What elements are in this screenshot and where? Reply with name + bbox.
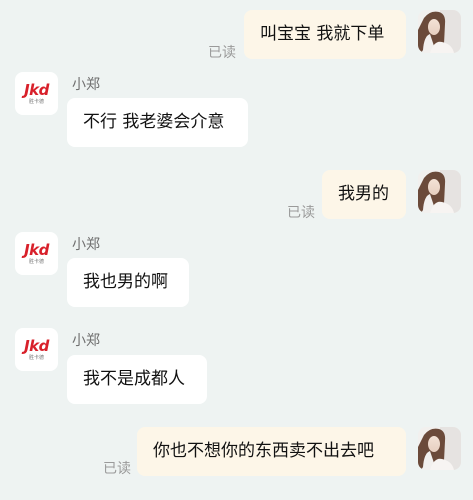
contact-avatar[interactable]: Jkd 胜卡德 bbox=[15, 328, 58, 371]
message-bubble[interactable]: 不行 我老婆会介意 bbox=[67, 98, 248, 147]
message-bubble[interactable]: 我也男的啊 bbox=[67, 258, 189, 307]
message-text: 我也男的啊 bbox=[83, 272, 168, 292]
read-status: 已读 bbox=[208, 45, 236, 61]
contact-avatar[interactable]: Jkd 胜卡德 bbox=[15, 232, 58, 275]
read-status: 已读 bbox=[103, 461, 131, 477]
sender-name: 小郑 bbox=[72, 77, 100, 93]
girl-photo-avatar-icon bbox=[418, 10, 461, 53]
message-text: 叫宝宝 我就下单 bbox=[260, 24, 385, 44]
message-text: 我男的 bbox=[338, 184, 389, 204]
message-bubble[interactable]: 你也不想你的东西卖不出去吧 bbox=[137, 427, 406, 476]
logo-subtitle: 胜卡德 bbox=[28, 98, 44, 105]
contact-avatar[interactable]: Jkd 胜卡德 bbox=[15, 72, 58, 115]
message-text: 我不是成都人 bbox=[83, 369, 185, 389]
sender-name: 小郑 bbox=[72, 333, 100, 349]
sender-name: 小郑 bbox=[72, 237, 100, 253]
logo-subtitle: 胜卡德 bbox=[28, 258, 44, 265]
jkd-logo-icon: Jkd bbox=[24, 240, 49, 259]
user-avatar[interactable] bbox=[418, 10, 461, 53]
jkd-logo-icon: Jkd bbox=[24, 336, 49, 355]
user-avatar[interactable] bbox=[418, 427, 461, 470]
message-bubble[interactable]: 我男的 bbox=[322, 170, 406, 219]
message-bubble[interactable]: 我不是成都人 bbox=[67, 355, 207, 404]
girl-photo-avatar-icon bbox=[418, 427, 461, 470]
jkd-logo-icon: Jkd bbox=[24, 80, 49, 99]
message-bubble[interactable]: 叫宝宝 我就下单 bbox=[244, 10, 406, 59]
read-status: 已读 bbox=[287, 205, 315, 221]
message-text: 不行 我老婆会介意 bbox=[83, 112, 225, 132]
girl-photo-avatar-icon bbox=[418, 170, 461, 213]
message-text: 你也不想你的东西卖不出去吧 bbox=[153, 441, 374, 461]
user-avatar[interactable] bbox=[418, 170, 461, 213]
logo-subtitle: 胜卡德 bbox=[28, 354, 44, 361]
chat-area: 已读 叫宝宝 我就下单 Jkd 胜卡德 小郑 不行 我老婆会介意 已读 我男的 … bbox=[0, 0, 473, 500]
